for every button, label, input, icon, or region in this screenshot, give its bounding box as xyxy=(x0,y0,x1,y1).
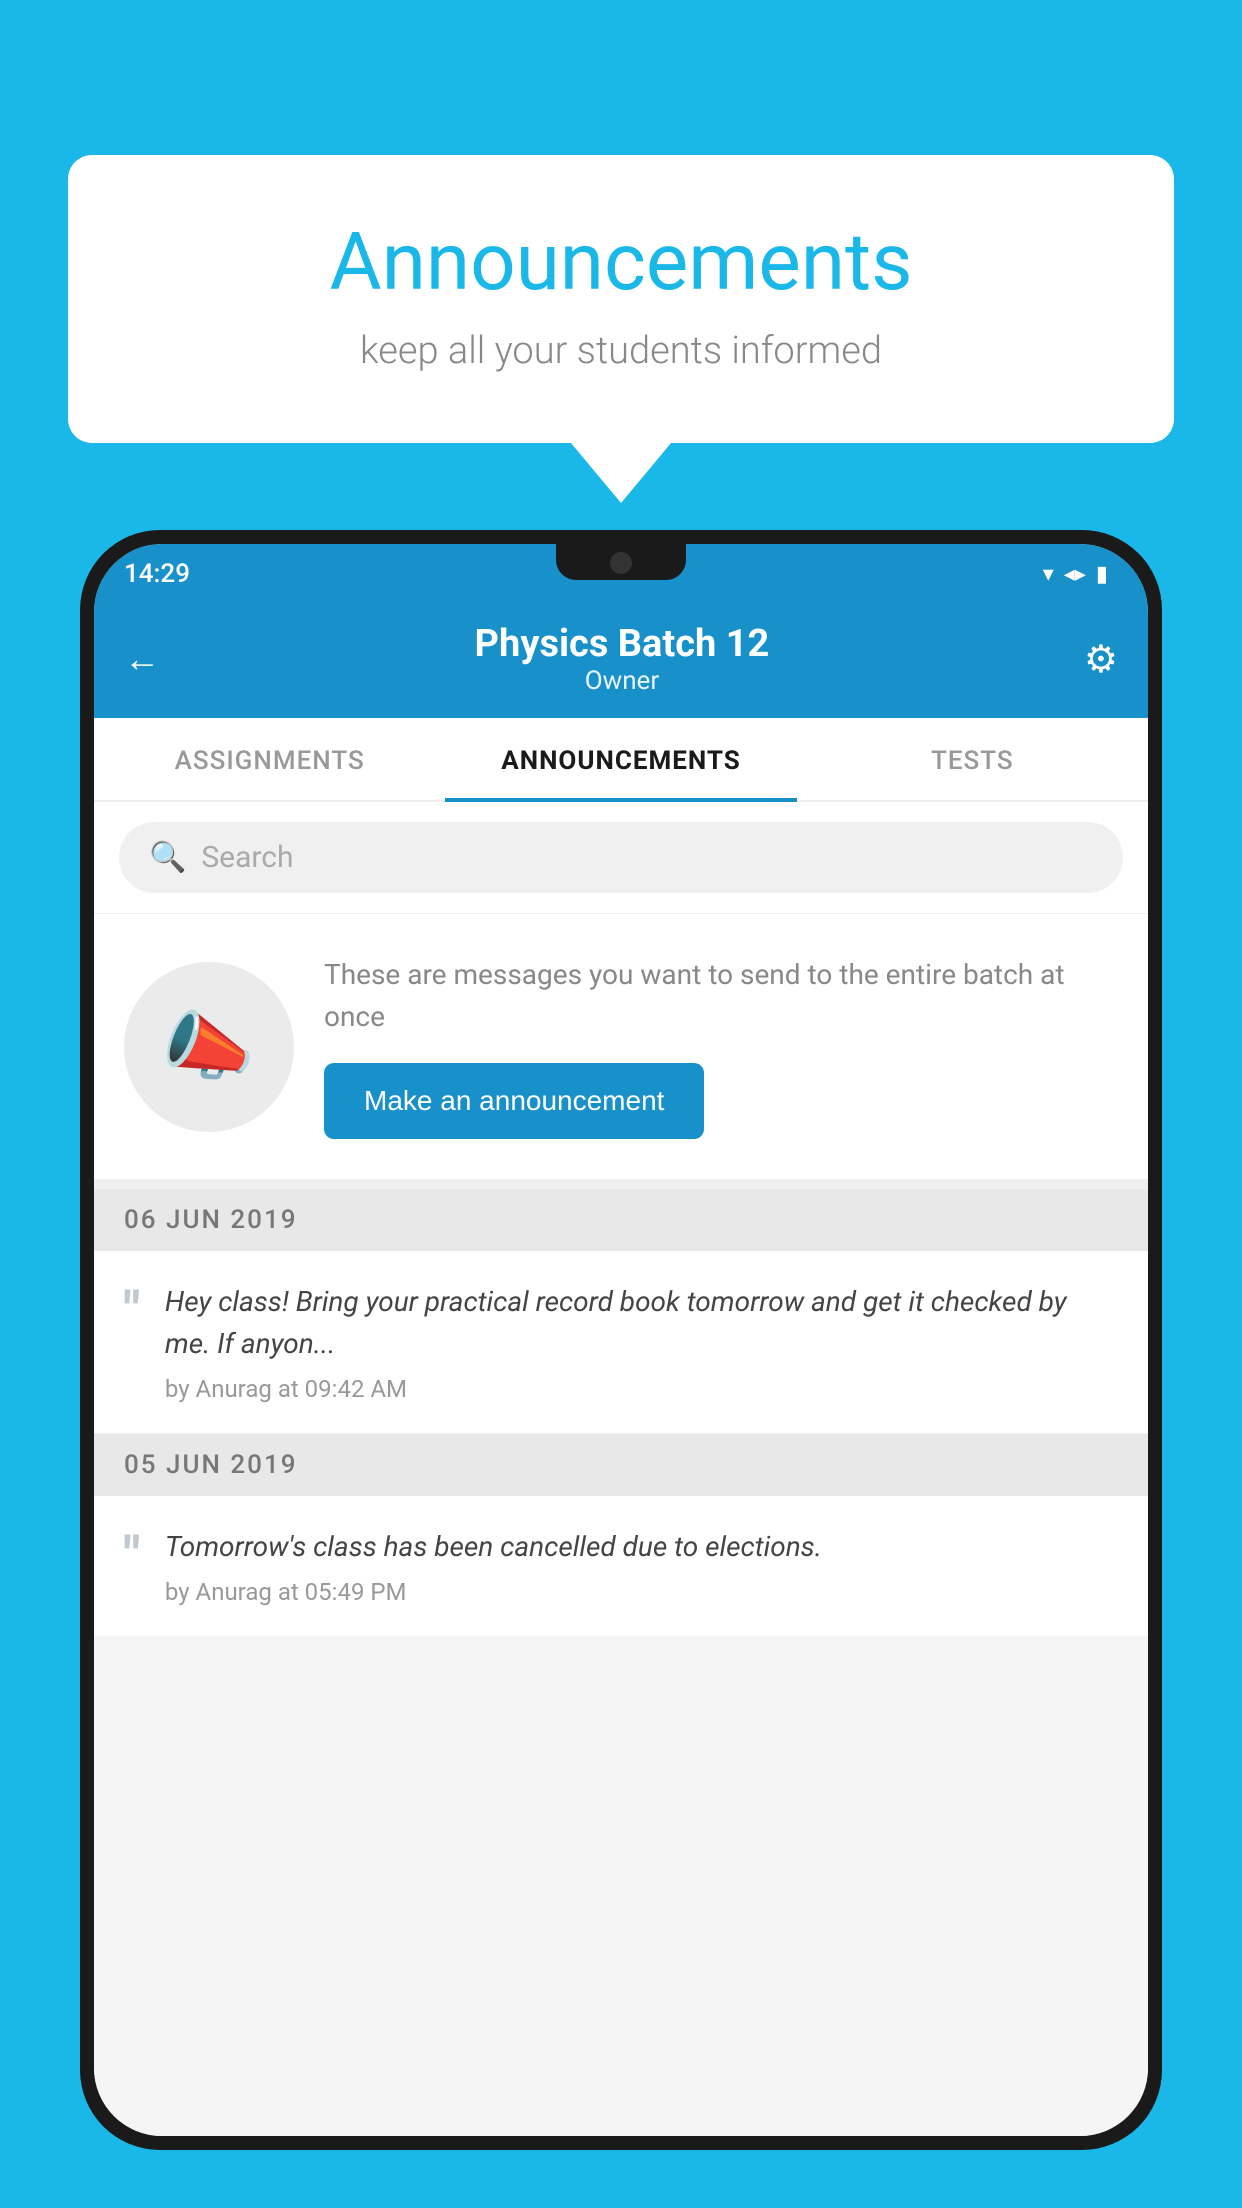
tab-tests[interactable]: TESTS xyxy=(797,718,1148,800)
tab-assignments[interactable]: ASSIGNMENTS xyxy=(94,718,445,800)
status-icons: ▾ ◂▸ ▮ xyxy=(1043,562,1108,587)
header-subtitle: Owner xyxy=(475,666,770,696)
battery-icon: ▮ xyxy=(1096,562,1108,587)
message-content-1: Hey class! Bring your practical record b… xyxy=(165,1281,1118,1403)
speech-bubble-title: Announcements xyxy=(148,215,1094,309)
phone-screen: 14:29 ▾ ◂▸ ▮ ← Physics Batch 12 Owner ⚙ … xyxy=(94,544,1148,2136)
date-separator-1: 06 JUN 2019 xyxy=(94,1189,1148,1251)
speech-bubble-arrow xyxy=(571,443,671,503)
tabs-bar: ASSIGNMENTS ANNOUNCEMENTS TESTS xyxy=(94,718,1148,802)
status-time: 14:29 xyxy=(124,559,190,589)
message-text-2: Tomorrow's class has been cancelled due … xyxy=(165,1526,1118,1568)
message-text-1: Hey class! Bring your practical record b… xyxy=(165,1281,1118,1365)
date-label-1: 06 JUN 2019 xyxy=(124,1205,298,1235)
tab-announcements[interactable]: ANNOUNCEMENTS xyxy=(445,718,796,800)
announcement-description: These are messages you want to send to t… xyxy=(324,954,1118,1038)
search-bar[interactable]: 🔍 Search xyxy=(119,822,1123,893)
phone-frame: 14:29 ▾ ◂▸ ▮ ← Physics Batch 12 Owner ⚙ … xyxy=(80,530,1162,2150)
message-author-2: by Anurag at 05:49 PM xyxy=(165,1578,1118,1606)
date-separator-2: 05 JUN 2019 xyxy=(94,1434,1148,1496)
settings-button[interactable]: ⚙ xyxy=(1084,637,1118,682)
wifi-icon: ▾ xyxy=(1043,562,1054,587)
announcement-prompt: 📣 These are messages you want to send to… xyxy=(94,914,1148,1189)
signal-icon: ◂▸ xyxy=(1064,562,1086,587)
phone-container: 14:29 ▾ ◂▸ ▮ ← Physics Batch 12 Owner ⚙ … xyxy=(80,530,1162,2208)
content-area: 🔍 Search 📣 These are messages you want t… xyxy=(94,802,1148,2136)
speech-bubble-subtitle: keep all your students informed xyxy=(148,329,1094,373)
megaphone-circle: 📣 xyxy=(124,962,294,1132)
speech-bubble-container: Announcements keep all your students inf… xyxy=(68,155,1174,503)
header-title: Physics Batch 12 xyxy=(475,622,770,666)
search-placeholder: Search xyxy=(201,840,293,875)
megaphone-icon: 📣 xyxy=(162,1003,255,1091)
make-announcement-button[interactable]: Make an announcement xyxy=(324,1063,704,1139)
message-content-2: Tomorrow's class has been cancelled due … xyxy=(165,1526,1118,1606)
phone-camera xyxy=(610,552,632,574)
search-container: 🔍 Search xyxy=(94,802,1148,914)
quote-icon-2: " xyxy=(124,1531,140,1581)
search-icon: 🔍 xyxy=(149,840,186,875)
header-center: Physics Batch 12 Owner xyxy=(475,622,770,696)
app-header: ← Physics Batch 12 Owner ⚙ xyxy=(94,604,1148,718)
message-item-1[interactable]: " Hey class! Bring your practical record… xyxy=(94,1251,1148,1434)
speech-bubble: Announcements keep all your students inf… xyxy=(68,155,1174,443)
date-label-2: 05 JUN 2019 xyxy=(124,1450,298,1480)
message-item-2[interactable]: " Tomorrow's class has been cancelled du… xyxy=(94,1496,1148,1636)
announcement-right: These are messages you want to send to t… xyxy=(324,954,1118,1139)
quote-icon-1: " xyxy=(124,1286,140,1336)
message-author-1: by Anurag at 09:42 AM xyxy=(165,1375,1118,1403)
back-button[interactable]: ← xyxy=(124,638,160,680)
